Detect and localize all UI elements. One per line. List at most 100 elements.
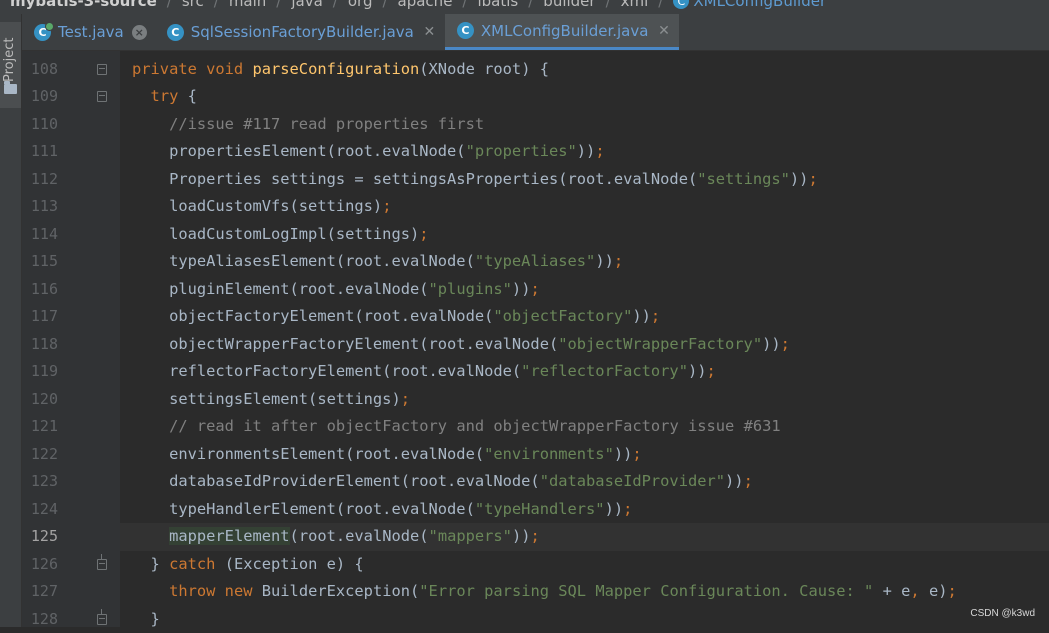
breadcrumb-separator: /: [458, 0, 471, 10]
breadcrumb-item[interactable]: apache: [392, 0, 459, 10]
breadcrumb-item[interactable]: builder: [537, 0, 601, 10]
code-token: "mappers": [429, 527, 512, 545]
code-token: e): [920, 582, 948, 600]
tab-label: XMLConfigBuilder.java: [481, 22, 649, 40]
code-line: mapperElement(root.evalNode("mappers"));: [132, 523, 540, 551]
line-number[interactable]: 122: [22, 441, 58, 469]
tab-test-java[interactable]: C Test.java ×: [22, 14, 155, 50]
code-token: catch: [169, 555, 215, 573]
code-token: "objectWrapperFactory": [558, 335, 762, 353]
tab-xmlconfigbuilder-java[interactable]: C XMLConfigBuilder.java ✕: [445, 14, 680, 50]
code-token: propertiesElement(root.evalNode(: [132, 142, 466, 160]
breadcrumb-separator: /: [163, 0, 176, 10]
code-line: }: [132, 606, 160, 633]
close-icon[interactable]: ✕: [656, 23, 671, 38]
line-number[interactable]: 127: [22, 578, 58, 606]
breadcrumb-class[interactable]: CXMLConfigBuilder: [667, 0, 832, 10]
code-line: typeAliasesElement(root.evalNode("typeAl…: [132, 248, 623, 276]
code-token: typeAliasesElement(root.evalNode(: [132, 252, 475, 270]
project-tool-button[interactable]: Project: [0, 22, 21, 108]
breadcrumb-item[interactable]: mybatis-3-source: [0, 0, 163, 10]
code-token: [132, 582, 169, 600]
line-number[interactable]: 114: [22, 221, 58, 249]
close-icon[interactable]: ×: [132, 25, 147, 40]
code-line: Properties settings = settingsAsProperti…: [132, 166, 818, 194]
code-token: )): [632, 307, 651, 325]
code-token: ;: [614, 252, 623, 270]
code-token: // read it after objectFactory and objec…: [169, 417, 781, 435]
line-number[interactable]: 108: [22, 56, 58, 84]
breadcrumb-item[interactable]: java: [285, 0, 328, 10]
line-number[interactable]: 123: [22, 468, 58, 496]
code-token: )): [790, 170, 809, 188]
tab-label: SqlSessionFactoryBuilder.java: [191, 23, 414, 41]
line-number[interactable]: 126: [22, 551, 58, 579]
breadcrumb-item[interactable]: main: [223, 0, 272, 10]
code-line: } catch (Exception e) {: [132, 551, 364, 579]
code-token: "settings": [697, 170, 790, 188]
code-token: "typeHandlers": [475, 500, 605, 518]
line-number[interactable]: 120: [22, 386, 58, 414]
tool-window-strip: Project: [0, 14, 22, 627]
code-token: reflectorFactoryElement(root.evalNode(: [132, 362, 521, 380]
line-number[interactable]: 118: [22, 331, 58, 359]
fold-marker-icon[interactable]: [97, 91, 107, 102]
breadcrumb-item[interactable]: src: [176, 0, 210, 10]
tab-sqlsessionfactorybuilder-java[interactable]: C SqlSessionFactoryBuilder.java ✕: [155, 14, 445, 50]
line-number[interactable]: 109: [22, 83, 58, 111]
fold-marker-icon[interactable]: [97, 64, 107, 75]
breadcrumb-separator: /: [272, 0, 285, 10]
java-class-icon: C: [167, 24, 184, 41]
code-line: environmentsElement(root.evalNode("envir…: [132, 441, 642, 469]
code-line: loadCustomVfs(settings);: [132, 193, 391, 221]
line-number[interactable]: 116: [22, 276, 58, 304]
code-token: ;: [623, 500, 632, 518]
code-token: ;: [744, 472, 753, 490]
line-number[interactable]: 115: [22, 248, 58, 276]
breadcrumb-item[interactable]: org: [342, 0, 379, 10]
line-number[interactable]: 124: [22, 496, 58, 524]
project-tool-label: Project: [2, 22, 17, 82]
code-line: databaseIdProviderElement(root.evalNode(…: [132, 468, 753, 496]
line-number[interactable]: 113: [22, 193, 58, 221]
line-number[interactable]: 112: [22, 166, 58, 194]
code-token: )): [605, 500, 624, 518]
breadcrumb-item[interactable]: xml: [615, 0, 655, 10]
code-line: typeHandlerElement(root.evalNode("typeHa…: [132, 496, 632, 524]
code-line: settingsElement(settings);: [132, 386, 410, 414]
code-line: try {: [132, 83, 197, 111]
fold-marker-icon[interactable]: [97, 614, 107, 625]
breadcrumb-separator: /: [329, 0, 342, 10]
breadcrumb-item[interactable]: ibatis: [471, 0, 524, 10]
code-token: {: [178, 87, 197, 105]
line-number[interactable]: 111: [22, 138, 58, 166]
line-number[interactable]: 125: [22, 523, 58, 551]
code-line: objectFactoryElement(root.evalNode("obje…: [132, 303, 660, 331]
close-icon[interactable]: ✕: [422, 25, 437, 40]
breadcrumb-separator: /: [602, 0, 615, 10]
java-class-run-icon: C: [34, 24, 51, 41]
code-token: "databaseIdProvider": [540, 472, 725, 490]
code-token: mapperElement: [169, 527, 289, 545]
code-token: throw new: [169, 582, 262, 600]
breadcrumb-separator: /: [210, 0, 223, 10]
code-token: ;: [531, 527, 540, 545]
fold-marker-icon[interactable]: [97, 559, 107, 570]
code-token: "Error parsing SQL Mapper Configuration.…: [419, 582, 873, 600]
code-token: ;: [401, 390, 410, 408]
code-line: loadCustomLogImpl(settings);: [132, 221, 429, 249]
code-token: databaseIdProviderElement(root.evalNode(: [132, 472, 540, 490]
code-token: ;: [632, 445, 641, 463]
line-number[interactable]: 119: [22, 358, 58, 386]
line-number[interactable]: 121: [22, 413, 58, 441]
code-token: "reflectorFactory": [521, 362, 688, 380]
line-number[interactable]: 117: [22, 303, 58, 331]
code-token: ;: [530, 280, 539, 298]
line-number[interactable]: 110: [22, 111, 58, 139]
folder-icon: [4, 84, 17, 94]
code-line: pluginElement(root.evalNode("plugins"));: [132, 276, 540, 304]
code-token: //issue #117 read properties first: [169, 115, 484, 133]
line-number[interactable]: 128: [22, 606, 58, 633]
code-token: ;: [948, 582, 957, 600]
code-token: Properties settings = settingsAsProperti…: [132, 170, 697, 188]
